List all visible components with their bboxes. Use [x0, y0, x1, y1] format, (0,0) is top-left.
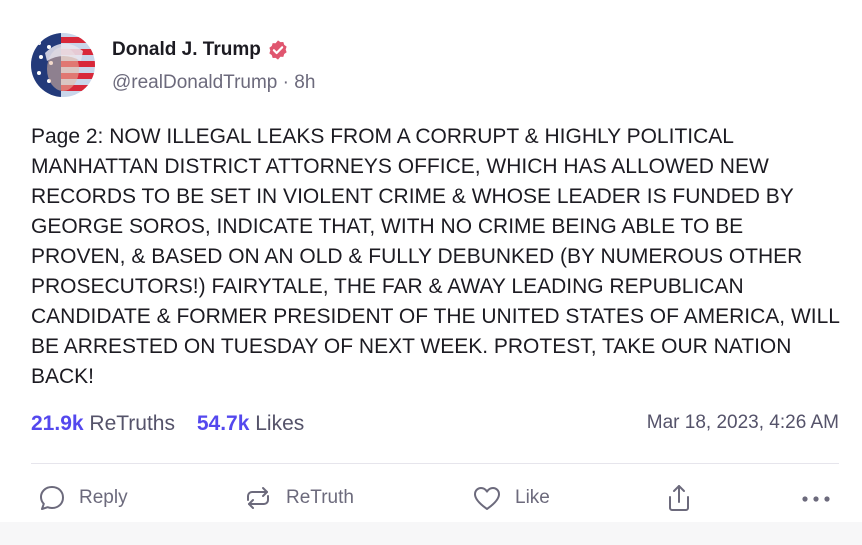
- reply-icon: [37, 483, 67, 513]
- post-stats: 21.9k ReTruths 54.7k Likes Mar 18, 2023,…: [31, 412, 839, 442]
- post-actions: Reply ReTruth Like: [31, 478, 839, 518]
- like-label: Like: [515, 487, 550, 508]
- reply-button[interactable]: Reply: [37, 478, 128, 518]
- author-name-row: Donald J. Trump: [112, 39, 289, 61]
- more-options-button[interactable]: [799, 478, 833, 518]
- author-handle[interactable]: @realDonaldTrump: [112, 72, 277, 93]
- post-timestamp[interactable]: Mar 18, 2023, 4:26 AM: [647, 412, 839, 434]
- likes-count: 54.7k: [196, 412, 250, 435]
- share-icon: [664, 483, 694, 513]
- avatar[interactable]: [31, 33, 95, 97]
- footer-band: [0, 522, 862, 545]
- more-horizontal-icon: [799, 483, 833, 513]
- retruth-button[interactable]: ReTruth: [242, 478, 354, 518]
- truth-post: Donald J. Trump @realDonaldTrump · 8h Pa…: [0, 0, 862, 545]
- post-age[interactable]: 8h: [294, 72, 315, 93]
- retruths-stat[interactable]: 21.9k ReTruths: [31, 412, 175, 436]
- retruths-count: 21.9k: [31, 412, 84, 435]
- reply-label: Reply: [79, 487, 128, 508]
- retruths-label: ReTruths: [89, 412, 175, 435]
- verified-badge-icon: [267, 39, 289, 61]
- heart-icon: [471, 483, 503, 513]
- author-handle-row: @realDonaldTrump · 8h: [112, 72, 315, 94]
- post-body: Page 2: NOW ILLEGAL LEAKS FROM A CORRUPT…: [31, 125, 846, 388]
- author-display-name[interactable]: Donald J. Trump: [112, 39, 261, 61]
- meta-separator: ·: [277, 72, 295, 93]
- retruth-icon: [242, 483, 274, 513]
- likes-stat[interactable]: 54.7k Likes: [197, 412, 304, 436]
- share-button[interactable]: [664, 478, 694, 518]
- retruth-label: ReTruth: [286, 487, 354, 508]
- like-button[interactable]: Like: [471, 478, 550, 518]
- likes-label: Likes: [255, 412, 305, 435]
- divider: [31, 463, 839, 464]
